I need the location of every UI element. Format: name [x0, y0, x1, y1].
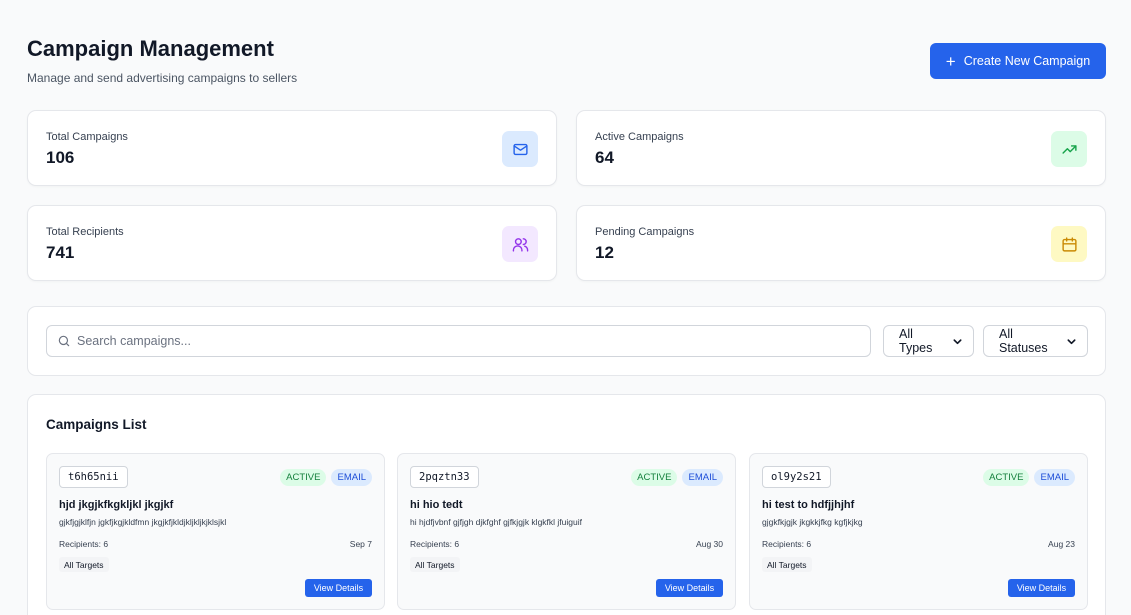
create-campaign-label: Create New Campaign — [963, 54, 1091, 68]
search-box — [46, 325, 871, 357]
view-details-button[interactable]: View Details — [1008, 579, 1075, 597]
page-header: Campaign Management Manage and send adve… — [27, 0, 1106, 110]
chevron-down-icon — [952, 336, 963, 347]
users-icon — [502, 226, 538, 262]
filter-bar: All Types All Statuses — [27, 306, 1106, 376]
type-badge: EMAIL — [331, 469, 372, 486]
page-subtitle: Manage and send advertising campaigns to… — [27, 71, 298, 85]
stat-value: 106 — [46, 148, 75, 167]
target-tag: All Targets — [59, 557, 109, 572]
calendar-icon — [1051, 226, 1087, 262]
campaign-id: ol9y2s21 — [762, 466, 831, 488]
trending-up-icon — [1051, 131, 1087, 167]
stat-value: 12 — [595, 243, 614, 262]
campaign-card: t6h65nii ACTIVE EMAIL hjd jkgjkfkgkljkl … — [46, 453, 385, 610]
target-tag: All Targets — [410, 557, 460, 572]
campaign-badges: ACTIVE EMAIL — [983, 469, 1075, 486]
chevron-down-icon — [1066, 336, 1077, 347]
campaign-recipients: Recipients: 6 — [762, 539, 812, 549]
campaigns-list: Campaigns List t6h65nii ACTIVE EMAIL hjd… — [27, 394, 1106, 615]
type-badge: EMAIL — [1034, 469, 1075, 486]
mail-icon — [502, 131, 538, 167]
status-filter-value: All Statuses — [999, 327, 1048, 355]
status-badge: ACTIVE — [631, 469, 678, 486]
stat-card-total-recipients: Total Recipients 741 — [27, 205, 557, 281]
stats-grid: Total Campaigns 106 Active Campaigns 64 … — [27, 110, 1106, 281]
campaign-id: t6h65nii — [59, 466, 128, 488]
type-badge: EMAIL — [682, 469, 723, 486]
campaign-id: 2pqztn33 — [410, 466, 479, 488]
stat-card-total-campaigns: Total Campaigns 106 — [27, 110, 557, 186]
status-badge: ACTIVE — [280, 469, 327, 486]
campaign-name: hi test to hdfjjhjhf — [762, 499, 855, 511]
view-details-button[interactable]: View Details — [656, 579, 723, 597]
status-filter-select[interactable]: All Statuses — [983, 325, 1088, 357]
campaigns-list-title: Campaigns List — [46, 417, 147, 432]
campaign-name: hjd jkgjkfkgkljkl jkgjkf — [59, 499, 174, 511]
stat-value: 741 — [46, 243, 75, 262]
stat-label: Total Campaigns — [46, 131, 128, 143]
campaign-badges: ACTIVE EMAIL — [280, 469, 372, 486]
campaign-card: ol9y2s21 ACTIVE EMAIL hi test to hdfjjhj… — [749, 453, 1088, 610]
stat-card-active-campaigns: Active Campaigns 64 — [576, 110, 1106, 186]
campaign-recipients: Recipients: 6 — [59, 539, 109, 549]
campaign-date: Sep 7 — [349, 539, 372, 549]
stat-label: Total Recipients — [46, 226, 124, 238]
stat-card-pending-campaigns: Pending Campaigns 12 — [576, 205, 1106, 281]
campaign-badges: ACTIVE EMAIL — [631, 469, 723, 486]
campaign-description: gjgkfkjgjk jkgkkjfkg kgfjkjkg — [762, 517, 863, 527]
campaign-name: hi hio tedt — [410, 499, 463, 511]
plus-icon: + — [945, 51, 956, 71]
type-filter-select[interactable]: All Types — [883, 325, 974, 357]
create-campaign-button[interactable]: + Create New Campaign — [930, 43, 1106, 79]
stat-value: 64 — [595, 148, 614, 167]
view-details-button[interactable]: View Details — [305, 579, 372, 597]
search-icon — [57, 334, 71, 353]
campaign-recipients: Recipients: 6 — [410, 539, 460, 549]
search-input[interactable] — [77, 326, 857, 356]
page-title: Campaign Management — [27, 36, 274, 61]
campaign-card: 2pqztn33 ACTIVE EMAIL hi hio tedt hi hjd… — [397, 453, 736, 610]
campaign-date: Aug 23 — [1048, 539, 1075, 549]
campaign-description: gjkfjgjklfjn jgkfjkgjkldfmn jkgjkfjkldjk… — [59, 517, 227, 527]
campaign-date: Aug 30 — [696, 539, 723, 549]
campaign-description: hi hjdfjvbnf gjfjgh djkfghf gjfkjgjk klg… — [410, 517, 582, 527]
campaign-management-page: Campaign Management Manage and send adve… — [27, 0, 1106, 615]
stat-label: Pending Campaigns — [595, 226, 695, 238]
status-badge: ACTIVE — [983, 469, 1030, 486]
stat-label: Active Campaigns — [595, 131, 684, 143]
target-tag: All Targets — [762, 557, 812, 572]
type-filter-value: All Types — [899, 327, 933, 355]
